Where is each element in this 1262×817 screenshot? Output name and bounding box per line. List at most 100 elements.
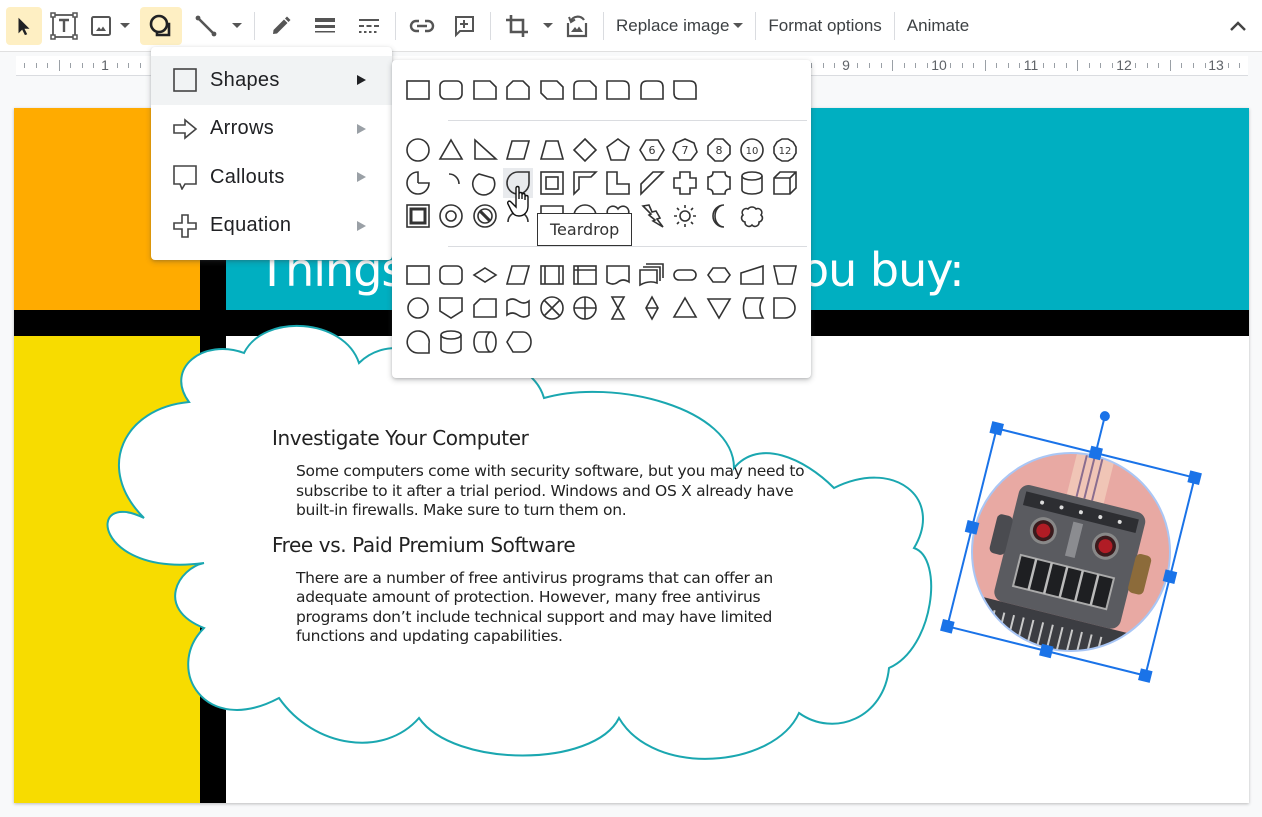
shape-option-bevel[interactable] <box>403 201 433 231</box>
shape-option-alternate-process[interactable] <box>436 260 466 290</box>
shape-option-multidocument[interactable] <box>637 260 667 290</box>
shape-option-delay[interactable] <box>770 293 800 323</box>
shape-option-document[interactable] <box>603 260 633 290</box>
can-shape-icon <box>741 171 763 195</box>
text-box-tool-button[interactable] <box>46 7 82 45</box>
shape-option-arc[interactable] <box>436 168 466 198</box>
shape-option-moon[interactable] <box>704 201 734 231</box>
shape-option-lightning-bolt[interactable] <box>637 201 667 231</box>
format-options-button[interactable]: Format options <box>760 7 889 45</box>
shape-option-snip-and-round-single-corner-rectangle[interactable] <box>570 75 600 105</box>
shape-option-snip-same-side-corner-rectangle[interactable] <box>503 75 533 105</box>
shape-option-cube[interactable] <box>770 168 800 198</box>
shape-option-corner[interactable] <box>603 168 633 198</box>
shape-option-data[interactable] <box>503 260 533 290</box>
shape-option-heptagon[interactable]: 7 <box>670 135 700 165</box>
shape-option-rounded-rectangle[interactable] <box>436 75 466 105</box>
rotate-handle[interactable] <box>1099 410 1111 422</box>
shape-option-frame[interactable] <box>537 168 567 198</box>
shape-option-merge[interactable] <box>704 293 734 323</box>
shape-option-extract[interactable] <box>670 293 700 323</box>
shape-option-cloud[interactable] <box>737 201 767 231</box>
shape-option-plaque[interactable] <box>704 168 734 198</box>
shape-option-oval[interactable] <box>403 135 433 165</box>
shape-option-collate[interactable] <box>603 293 633 323</box>
shape-option-plus[interactable] <box>670 168 700 198</box>
menu-item-equation[interactable]: Equation <box>151 202 392 251</box>
shape-option-round-same-side-corner-rectangle[interactable] <box>637 75 667 105</box>
shape-option-round-single-corner-rectangle[interactable] <box>603 75 633 105</box>
shape-tool-button[interactable] <box>140 6 182 45</box>
resize-handle[interactable] <box>940 619 955 634</box>
shape-option-display[interactable] <box>503 327 533 357</box>
shape-option-sequential-access-storage[interactable] <box>403 327 433 357</box>
border-weight-button[interactable] <box>307 7 343 45</box>
shape-option-stored-data[interactable] <box>737 293 767 323</box>
shape-option-manual-operation[interactable] <box>770 260 800 290</box>
animate-button[interactable]: Animate <box>899 7 977 45</box>
resize-handle[interactable] <box>1187 470 1202 485</box>
shape-option-diamond[interactable] <box>570 135 600 165</box>
shape-option-no-symbol[interactable] <box>470 201 500 231</box>
shape-option-off-page-connector[interactable] <box>436 293 466 323</box>
shape-option-or[interactable] <box>570 293 600 323</box>
shape-option-snip-single-corner-rectangle[interactable] <box>470 75 500 105</box>
shape-option-round-diagonal-corner-rectangle[interactable] <box>670 75 700 105</box>
reset-image-button[interactable] <box>559 7 595 45</box>
resize-handle[interactable] <box>1138 668 1153 683</box>
replace-image-button[interactable]: Replace image <box>608 7 751 45</box>
menu-item-label: Shapes <box>210 68 280 91</box>
shape-option-process[interactable] <box>403 260 433 290</box>
shape-option-diagonal-stripe[interactable] <box>637 168 667 198</box>
shape-option-donut[interactable] <box>436 201 466 231</box>
menu-item-callouts[interactable]: Callouts <box>151 153 392 202</box>
shape-option-decision[interactable] <box>470 260 500 290</box>
border-dash-button[interactable] <box>351 7 387 45</box>
crop-dropdown-caret[interactable] <box>539 7 557 45</box>
menu-item-arrows[interactable]: Arrows <box>151 105 392 154</box>
add-comment-button[interactable] <box>446 7 482 45</box>
collapse-toolbar-button[interactable] <box>1220 7 1256 45</box>
shape-option-triangle[interactable] <box>436 135 466 165</box>
shape-option-predefined-process[interactable] <box>537 260 567 290</box>
shape-option-terminator[interactable] <box>670 260 700 290</box>
crop-button[interactable] <box>499 7 535 45</box>
line-tool-button[interactable] <box>188 7 224 45</box>
robot-image-selection[interactable] <box>914 408 1234 698</box>
shape-option-summing-junction[interactable] <box>537 293 567 323</box>
shape-option-sun[interactable] <box>670 201 700 231</box>
image-tool-button[interactable] <box>86 7 116 45</box>
shape-option-card[interactable] <box>470 293 500 323</box>
shape-option-octagon[interactable]: 8 <box>704 135 734 165</box>
shape-option-can[interactable] <box>737 168 767 198</box>
line-dropdown-caret[interactable] <box>228 7 246 45</box>
shape-option-sort[interactable] <box>637 293 667 323</box>
shape-option-punched-tape[interactable] <box>503 293 533 323</box>
shape-option-right-triangle[interactable] <box>470 135 500 165</box>
shape-option-chord[interactable] <box>470 168 500 198</box>
border-color-button[interactable] <box>263 7 299 45</box>
shape-option-manual-input[interactable] <box>737 260 767 290</box>
menu-item-shapes[interactable]: Shapes <box>151 56 392 105</box>
shape-option-pie[interactable] <box>403 168 433 198</box>
insert-link-button[interactable] <box>404 7 440 45</box>
shape-option-parallelogram[interactable] <box>503 135 533 165</box>
shape-option-rectangle[interactable] <box>403 75 433 105</box>
shape-option-pentagon[interactable] <box>603 135 633 165</box>
image-dropdown-caret[interactable] <box>116 7 134 45</box>
cloud-text[interactable]: Investigate Your Computer Some computers… <box>272 426 832 647</box>
shape-option-hexagon[interactable]: 6 <box>637 135 667 165</box>
shape-option-decagon[interactable]: 10 <box>737 135 767 165</box>
shape-option-magnetic-disk[interactable] <box>436 327 466 357</box>
shape-option-half-frame[interactable] <box>570 168 600 198</box>
shape-option-snip-diagonal-corner-rectangle[interactable] <box>537 75 567 105</box>
shape-option-dodecagon[interactable]: 12 <box>770 135 800 165</box>
resize-handle[interactable] <box>989 421 1004 436</box>
cube-shape-icon <box>773 171 798 195</box>
shape-option-internal-storage[interactable] <box>570 260 600 290</box>
select-tool-button[interactable] <box>6 6 42 45</box>
shape-option-connector[interactable] <box>403 293 433 323</box>
shape-option-direct-access-storage[interactable] <box>470 327 500 357</box>
shape-option-trapezoid[interactable] <box>537 135 567 165</box>
shape-option-preparation[interactable] <box>704 260 734 290</box>
